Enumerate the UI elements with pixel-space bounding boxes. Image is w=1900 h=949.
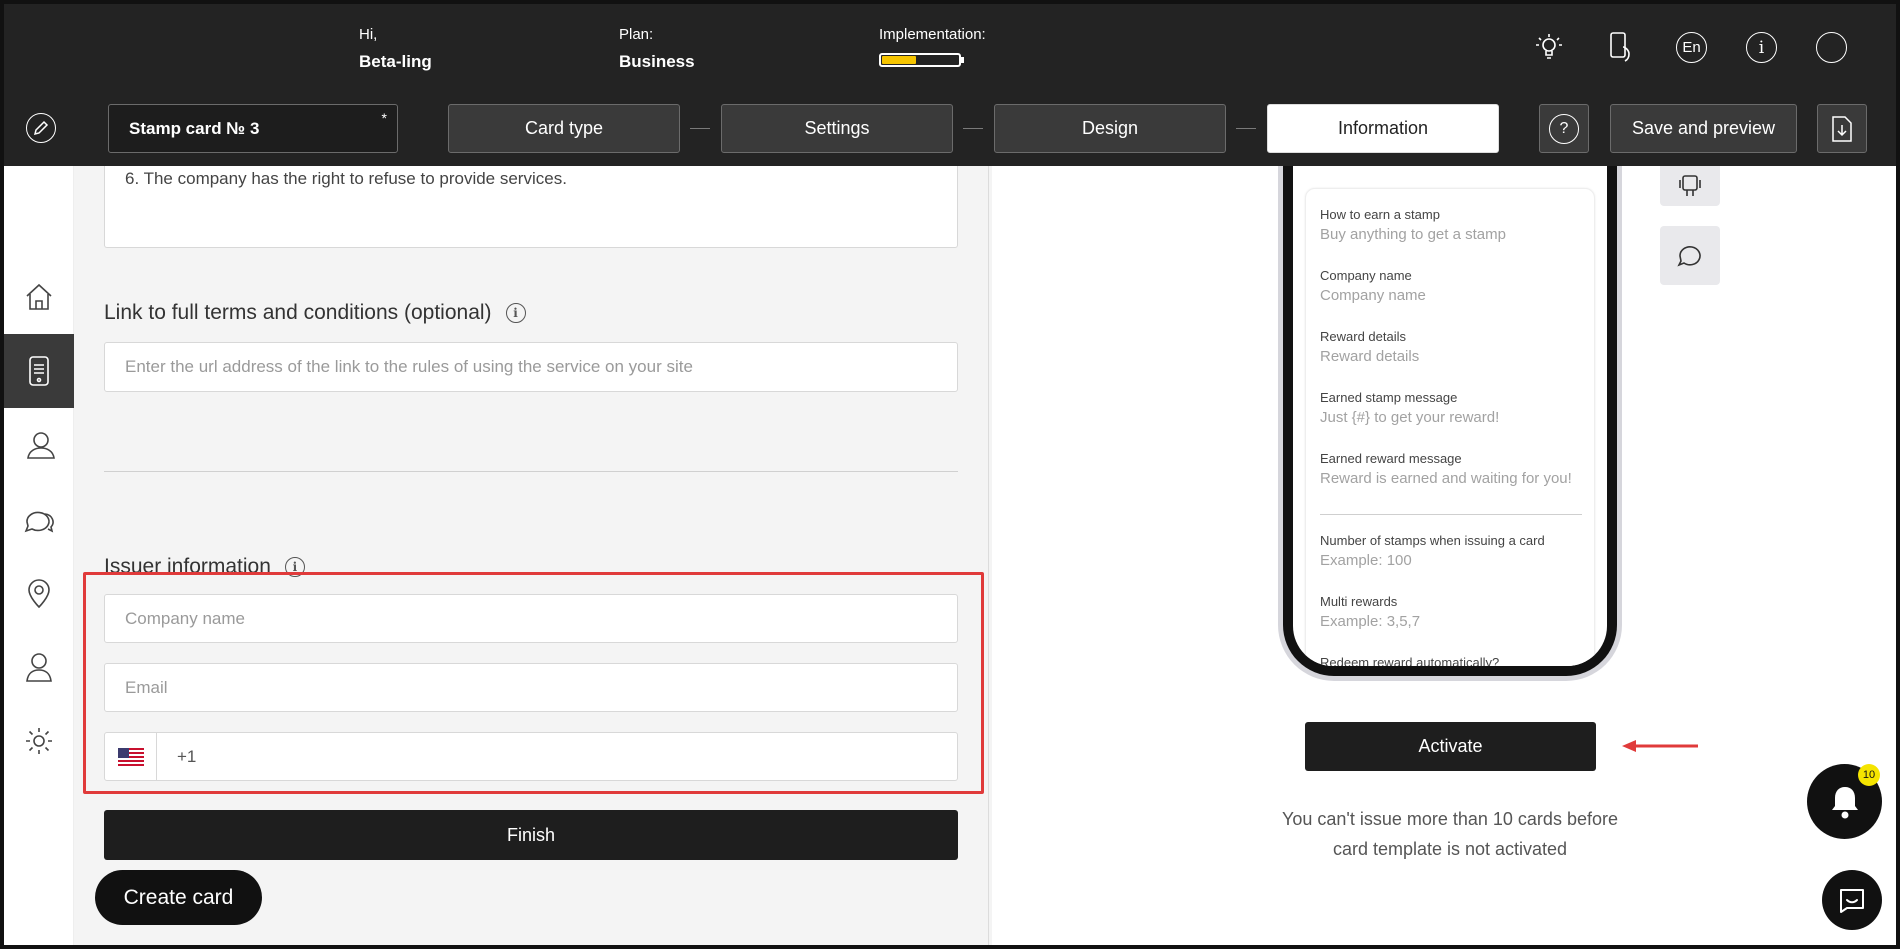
terms-link-input[interactable]: Enter the url address of the link to the… <box>104 342 958 392</box>
card-details-preview: How to earn a stamp Buy anything to get a… <box>1305 188 1595 666</box>
language-icon[interactable]: En <box>1676 32 1707 63</box>
card-name-text: Stamp card № 3 <box>129 118 260 138</box>
preview-row: How to earn a stamp Buy anything to get a… <box>1320 207 1506 243</box>
sidebar-item-cards[interactable] <box>4 334 74 408</box>
tab-settings[interactable]: Settings <box>721 104 953 153</box>
activate-button[interactable]: Activate <box>1305 722 1596 771</box>
phone-touch-icon[interactable] <box>1606 31 1636 63</box>
implementation-progress <box>879 53 961 67</box>
preview-row: Reward details Reward details <box>1320 329 1420 365</box>
chat-support-icon <box>1840 889 1864 913</box>
activation-note: You can't issue more than 10 cards befor… <box>1214 804 1686 864</box>
section-divider <box>104 471 958 472</box>
location-icon <box>28 579 50 609</box>
sidebar-item-settings[interactable] <box>4 704 74 778</box>
save-preview-button[interactable]: Save and preview <box>1610 104 1797 153</box>
bell-icon <box>1831 786 1858 818</box>
settings-icon <box>26 728 52 754</box>
link-heading: Link to full terms and conditions (optio… <box>104 301 492 324</box>
download-icon <box>1832 115 1852 142</box>
preview-row: Earned stamp message Just {#} to get your… <box>1320 390 1500 426</box>
plan-label: Plan: <box>619 26 654 43</box>
email-input[interactable]: Email <box>104 663 958 712</box>
activation-note-line: card template is not activated <box>1332 839 1568 859</box>
support-chat-button[interactable] <box>1822 870 1882 930</box>
chat-preview-button[interactable] <box>1660 226 1720 285</box>
unsaved-marker: * <box>381 110 387 126</box>
tab-information[interactable]: Information <box>1267 104 1499 153</box>
info-icon[interactable]: i <box>505 303 526 323</box>
notification-count-badge: 10 <box>1858 764 1880 786</box>
chat-icon <box>24 511 54 533</box>
preview-row: Redeem reward automatically? <box>1320 655 1500 666</box>
activation-note-line: You can't issue more than 10 cards befor… <box>1282 809 1618 829</box>
country-selector[interactable] <box>105 733 157 780</box>
tab-card-type[interactable]: Card type <box>448 104 680 153</box>
card-device-icon <box>29 356 49 386</box>
terms-text: 6. The company has the right to refuse t… <box>125 169 567 188</box>
create-card-button[interactable]: Create card <box>95 870 262 925</box>
profile-icon <box>26 653 52 682</box>
android-preview-button[interactable] <box>1660 166 1720 206</box>
phone-code: +1 <box>177 746 197 766</box>
plan-value: Business <box>619 52 695 71</box>
company-name-input[interactable]: Company name <box>104 594 958 643</box>
preview-row: Earned reward message Reward is earned an… <box>1320 451 1572 487</box>
editor-toolbar: Stamp card № 3 * Card type Settings Desi… <box>4 85 1896 166</box>
users-icon <box>27 432 55 459</box>
annotation-arrow-icon <box>1622 740 1698 752</box>
home-icon <box>26 283 52 310</box>
android-icon <box>1679 175 1701 196</box>
implementation-label: Implementation: <box>879 26 986 43</box>
chat-bubble-icon <box>1677 245 1701 267</box>
profile-circle-icon[interactable] <box>1816 32 1847 63</box>
sidebar <box>4 166 74 945</box>
us-flag-icon <box>117 747 144 766</box>
info-icon[interactable]: i <box>1746 32 1777 63</box>
top-bar: Hi, Beta-ling Plan: Business Implementat… <box>4 4 1896 85</box>
help-button[interactable]: ? <box>1539 104 1589 153</box>
question-icon: ? <box>1549 113 1579 144</box>
terms-textarea[interactable]: 6. The company has the right to refuse t… <box>104 166 958 248</box>
phone-screen: How to earn a stamp Buy anything to get a… <box>1293 166 1607 666</box>
edit-pencil-icon[interactable] <box>26 113 56 143</box>
lightbulb-icon[interactable] <box>1534 32 1564 62</box>
phone-input[interactable]: +1 <box>104 732 958 781</box>
finish-button[interactable]: Finish <box>104 810 958 860</box>
phone-preview: How to earn a stamp Buy anything to get a… <box>1278 166 1622 681</box>
preview-row: Number of stamps when issuing a card Exam… <box>1320 533 1545 569</box>
sidebar-item-locations[interactable] <box>4 556 74 630</box>
preview-row: Multi rewards Example: 3,5,7 <box>1320 594 1421 630</box>
preview-row: Company name Company name <box>1320 268 1426 304</box>
sidebar-item-messages[interactable] <box>4 482 74 556</box>
user-name: Beta-ling <box>359 52 432 71</box>
tab-design[interactable]: Design <box>994 104 1226 153</box>
card-name-input[interactable]: Stamp card № 3 * <box>108 104 398 153</box>
sidebar-item-clients[interactable] <box>4 408 74 482</box>
greeting-label: Hi, <box>359 26 378 43</box>
sidebar-item-profile[interactable] <box>4 630 74 704</box>
sidebar-item-home[interactable] <box>4 260 74 334</box>
download-button[interactable] <box>1817 104 1867 153</box>
notifications-button[interactable]: 10 <box>1807 764 1882 839</box>
